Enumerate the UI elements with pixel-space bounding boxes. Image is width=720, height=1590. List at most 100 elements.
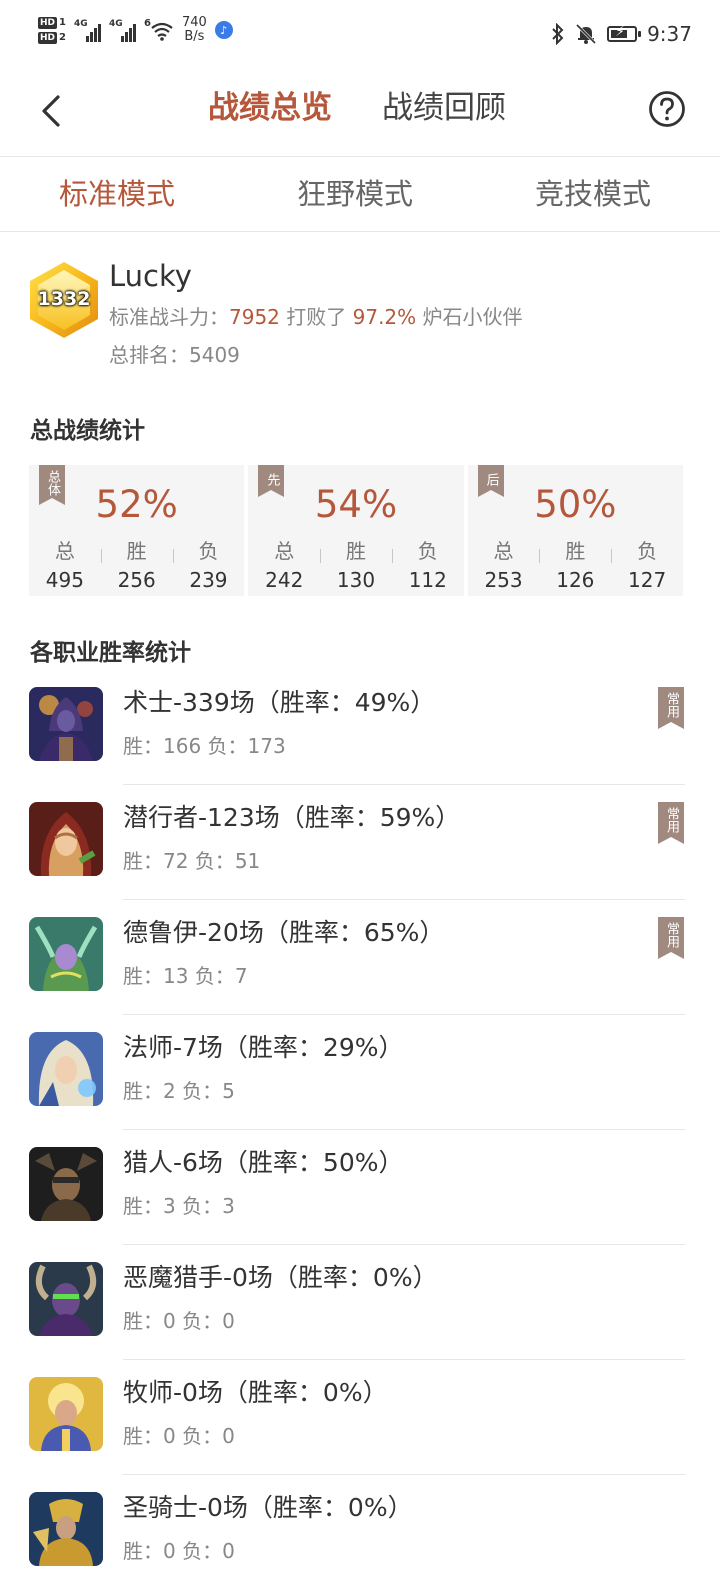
back-arrow-icon[interactable] [36, 94, 70, 128]
bluetooth-icon [552, 23, 564, 45]
stat-columns: 总 495 胜 256 负 239 [29, 537, 244, 595]
sim1-network-type: 4G [73, 19, 88, 29]
game-mode-tabs: 标准模式 狂野模式 竞技模式 [0, 157, 720, 232]
stat-label-loss: 负 [637, 539, 658, 563]
win-label: 胜： [123, 734, 163, 758]
hd1-number: 1 [59, 16, 66, 28]
network-speed: 740 B/s [182, 16, 207, 44]
summary-stats-row: 总体 52% 总 495 胜 256 负 239 先 54% 总 242 胜 1… [29, 465, 683, 596]
stat-value-loss: 127 [628, 568, 667, 592]
stat-col-total: 总 253 [468, 537, 540, 595]
player-profile: 1332 Lucky 标准战斗力：7952 打败了 97.2% 炉石小伙伴 总排… [0, 232, 720, 382]
loss-label: 负： [207, 734, 248, 758]
win-count: 166 [163, 734, 202, 758]
tab-record-overview[interactable]: 战绩总览 [208, 88, 332, 128]
common-tag: 常用 [658, 802, 684, 844]
loss-count: 0 [222, 1424, 235, 1448]
loss-label: 负： [182, 1194, 223, 1218]
tab-record-review[interactable]: 战绩回顾 [382, 88, 506, 128]
class-row-paladin[interactable]: 圣骑士-0场（胜率：0%） 胜：0 负：0 [0, 1475, 720, 1590]
win-label: 胜： [123, 1309, 163, 1333]
class-row-mage[interactable]: 法师-7场（胜率：29%） 胜：2 负：5 [0, 1015, 720, 1130]
class-title: 圣骑士-0场（胜率：0%） [123, 1493, 413, 1522]
class-win-loss: 胜：3 负：3 [123, 1191, 235, 1221]
hunter-portrait-icon [29, 1147, 103, 1221]
stat-col-loss: 负 112 [391, 537, 464, 595]
stat-value-loss: 112 [408, 568, 447, 592]
common-tag-text: 常用 [664, 922, 679, 948]
class-win-loss: 胜：0 负：0 [123, 1536, 235, 1566]
tab-arena-mode[interactable]: 竞技模式 [535, 175, 651, 213]
win-label: 胜： [123, 1424, 163, 1448]
top-navigation-bar: 战绩总览 战绩回顾 [0, 72, 720, 157]
stat-label-loss: 负 [417, 539, 438, 563]
loss-count: 7 [234, 964, 248, 988]
mage-portrait-icon [29, 1032, 103, 1106]
loss-count: 3 [222, 1194, 235, 1218]
class-row-priest[interactable]: 牧师-0场（胜率：0%） 胜：0 负：0 [0, 1360, 720, 1475]
win-label: 胜： [123, 1194, 163, 1218]
warlock-portrait-icon [29, 687, 103, 761]
class-row-hunter[interactable]: 猎人-6场（胜率：50%） 胜：3 负：3 [0, 1130, 720, 1245]
class-row-druid[interactable]: 德鲁伊-20场（胜率：65%） 胜：13 负：7 常用 [0, 900, 720, 1015]
defeated-suffix: 炉石小伙伴 [416, 305, 523, 329]
stat-label-total: 总 [54, 539, 75, 563]
class-row-rogue[interactable]: 潜行者-123场（胜率：59%） 胜：72 负：51 常用 [0, 785, 720, 900]
music-note-icon: ♪ [214, 21, 233, 39]
hd2-number: 2 [59, 31, 66, 43]
tab-wild-mode[interactable]: 狂野模式 [297, 175, 413, 213]
win-label: 胜： [123, 1079, 163, 1103]
help-icon[interactable] [648, 90, 686, 128]
stat-label-win: 胜 [565, 539, 586, 563]
stat-card-overall: 总体 52% 总 495 胜 256 负 239 [29, 465, 245, 596]
class-win-loss: 胜：72 负：51 [123, 846, 260, 876]
class-win-loss: 胜：0 负：0 [123, 1421, 235, 1451]
battle-power-value: 7952 [229, 305, 280, 329]
hd2-label: HD [38, 31, 58, 44]
class-title: 德鲁伊-20场（胜率：65%） [123, 918, 445, 947]
loss-label: 负： [182, 1539, 223, 1563]
stat-win-rate: 52% [95, 483, 178, 526]
total-rank-label: 总排名： [109, 343, 189, 367]
class-title: 牧师-0场（胜率：0%） [123, 1378, 388, 1407]
stat-col-total: 总 495 [29, 537, 101, 595]
class-win-loss: 胜：0 负：0 [123, 1306, 235, 1336]
paladin-portrait-icon [29, 1492, 103, 1566]
status-bar-right: ⚡ 9:37 [551, 22, 692, 46]
total-rank-line: 总排名：5409 [109, 340, 240, 370]
loss-count: 0 [222, 1539, 235, 1563]
rank-number: 1332 [37, 288, 91, 310]
stat-col-loss: 负 239 [172, 537, 245, 595]
loss-label: 负： [182, 1309, 223, 1333]
network-speed-unit: B/s [184, 29, 205, 44]
clock-time: 9:37 [647, 22, 692, 46]
stat-col-win: 胜 256 [100, 537, 173, 595]
druid-portrait-icon [29, 917, 103, 991]
loss-count: 173 [247, 734, 286, 758]
class-row-demon-hunter[interactable]: 恶魔猎手-0场（胜率：0%） 胜：0 负：0 [0, 1245, 720, 1360]
win-label: 胜： [123, 849, 163, 873]
stat-col-total: 总 242 [248, 537, 320, 595]
stat-value-loss: 239 [189, 568, 228, 592]
win-label: 胜： [123, 1539, 163, 1563]
win-count: 72 [163, 849, 189, 873]
player-name: Lucky [109, 259, 192, 293]
class-row-warlock[interactable]: 术士-339场（胜率：49%） 胜：166 负：173 常用 [0, 670, 720, 785]
class-section-title: 各职业胜率统计 [30, 640, 191, 666]
win-count: 13 [163, 964, 189, 988]
stat-col-win: 胜 130 [320, 537, 392, 595]
loss-label: 负： [194, 849, 235, 873]
tab-standard-mode[interactable]: 标准模式 [59, 175, 175, 213]
class-win-loss: 胜：166 负：173 [123, 731, 286, 761]
hd2-indicator: HD 2 [38, 31, 66, 44]
stat-label-win: 胜 [126, 539, 147, 563]
sim2-network-type: 4G [108, 19, 123, 29]
class-title: 恶魔猎手-0场（胜率：0%） [123, 1263, 438, 1292]
stat-value-win: 126 [556, 568, 595, 592]
stat-win-rate: 50% [534, 483, 617, 526]
common-tag-text: 常用 [664, 807, 679, 833]
battle-power-label: 标准战斗力： [109, 305, 229, 329]
stat-win-rate: 54% [314, 483, 398, 526]
stat-label-total: 总 [493, 539, 514, 563]
class-title: 术士-339场（胜率：49%） [123, 688, 436, 717]
